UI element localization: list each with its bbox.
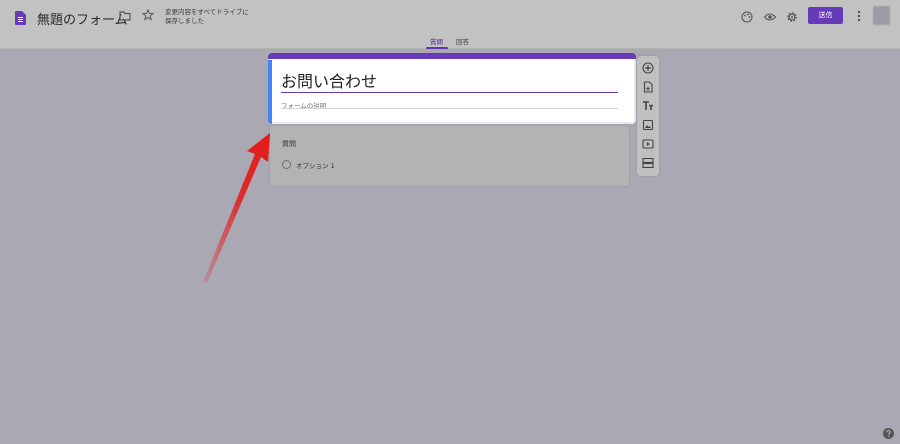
- question-title[interactable]: 質問: [282, 139, 296, 149]
- red-arrow-annotation: [203, 133, 270, 283]
- title-card-accent-bar: [268, 53, 636, 59]
- add-video-icon[interactable]: [642, 138, 654, 150]
- add-title-icon[interactable]: [642, 100, 654, 112]
- radio-option: [282, 160, 291, 169]
- more-vert-icon[interactable]: [857, 9, 861, 23]
- tab-bar: 質問 回答: [0, 36, 900, 49]
- preview-eye-icon[interactable]: [764, 11, 776, 23]
- star-icon[interactable]: [142, 9, 154, 21]
- add-section-icon[interactable]: [642, 157, 654, 169]
- forms-icon[interactable]: [15, 11, 26, 25]
- title-underline: [281, 92, 618, 93]
- import-questions-icon[interactable]: [642, 81, 654, 93]
- tab-questions[interactable]: 質問: [430, 36, 443, 46]
- folder-icon[interactable]: [119, 10, 131, 22]
- question-card[interactable]: 質問 オプション 1: [269, 125, 630, 187]
- option-label[interactable]: オプション 1: [296, 160, 335, 170]
- avatar[interactable]: [873, 6, 890, 25]
- help-icon[interactable]: [883, 428, 894, 439]
- add-image-icon[interactable]: [642, 119, 654, 131]
- document-title[interactable]: 無題のフォーム: [37, 9, 128, 28]
- save-status-text: 変更内容をすべてドライブに保存しました: [165, 8, 249, 25]
- floating-toolbar: [637, 56, 659, 176]
- settings-gear-icon[interactable]: [786, 11, 798, 23]
- title-card-focus-bar: [268, 60, 272, 124]
- top-app-bar: 無題のフォーム 変更内容をすべてドライブに保存しました 送信 質問 回答: [0, 0, 900, 49]
- send-button[interactable]: 送信: [808, 7, 843, 24]
- description-underline: [281, 108, 618, 109]
- active-tab-indicator: [426, 47, 448, 49]
- form-title-input[interactable]: お問い合わせ: [281, 68, 377, 92]
- form-title-card[interactable]: お問い合わせ フォームの説明: [268, 53, 636, 124]
- palette-icon[interactable]: [741, 11, 753, 23]
- tab-responses[interactable]: 回答: [456, 36, 469, 46]
- add-question-icon[interactable]: [642, 62, 654, 74]
